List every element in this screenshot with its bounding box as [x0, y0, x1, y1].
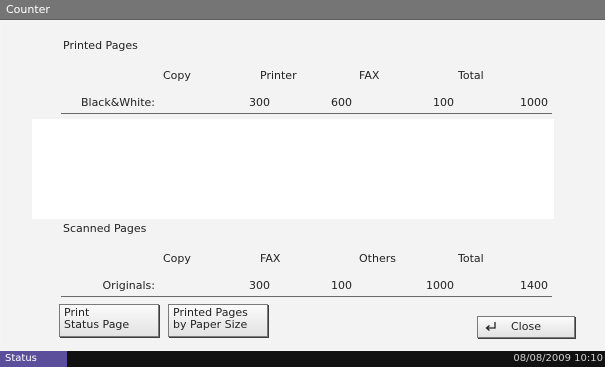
window-title: Counter: [6, 3, 50, 16]
scanned-row-underline: [61, 296, 552, 297]
status-bar: Status 08/08/2009 10:10: [0, 351, 605, 367]
scanned-value-total: 1400: [520, 279, 548, 292]
title-bar: Counter: [0, 0, 605, 20]
printed-header-copy: Copy: [163, 69, 191, 82]
scanned-header-copy: Copy: [163, 252, 191, 265]
printed-row-underline: [61, 113, 552, 114]
printed-header-total: Total: [458, 69, 484, 82]
scanned-header-total: Total: [458, 252, 484, 265]
scanned-value-others: 1000: [426, 279, 454, 292]
printed-value-printer: 600: [331, 96, 352, 109]
scanned-value-fax: 100: [331, 279, 352, 292]
counter-panel: Printed Pages Copy Printer FAX Total Bla…: [2, 20, 601, 350]
scanned-value-copy: 300: [249, 279, 270, 292]
printed-row-label: Black&White:: [80, 96, 155, 109]
scanned-row-label: Originals:: [102, 279, 155, 292]
scanned-header-others: Others: [359, 252, 396, 265]
status-button[interactable]: Status: [0, 351, 67, 367]
enter-arrow-icon: [485, 322, 496, 331]
print-status-page-label-2: Status Page: [64, 318, 130, 331]
printed-value-fax: 100: [433, 96, 454, 109]
printed-value-copy: 300: [249, 96, 270, 109]
paper-size-label-2: by Paper Size: [173, 318, 248, 331]
printed-header-printer: Printer: [260, 69, 297, 82]
blank-area: [32, 119, 554, 219]
printed-pages-title: Printed Pages: [63, 39, 138, 52]
scanned-pages-title: Scanned Pages: [63, 222, 147, 235]
close-label: Close: [511, 320, 541, 333]
counter-screen: Counter Printed Pages Copy Printer FAX T…: [0, 0, 605, 367]
printed-header-fax: FAX: [359, 69, 380, 82]
status-label: Status: [5, 353, 37, 364]
scanned-header-fax: FAX: [260, 252, 281, 265]
close-button[interactable]: Close: [477, 316, 575, 338]
date-time: 08/08/2009 10:10: [513, 353, 603, 364]
printed-pages-by-paper-size-button[interactable]: Printed Pages by Paper Size: [168, 304, 268, 337]
printed-value-total: 1000: [520, 96, 548, 109]
print-status-page-button[interactable]: Print Status Page: [59, 304, 159, 337]
